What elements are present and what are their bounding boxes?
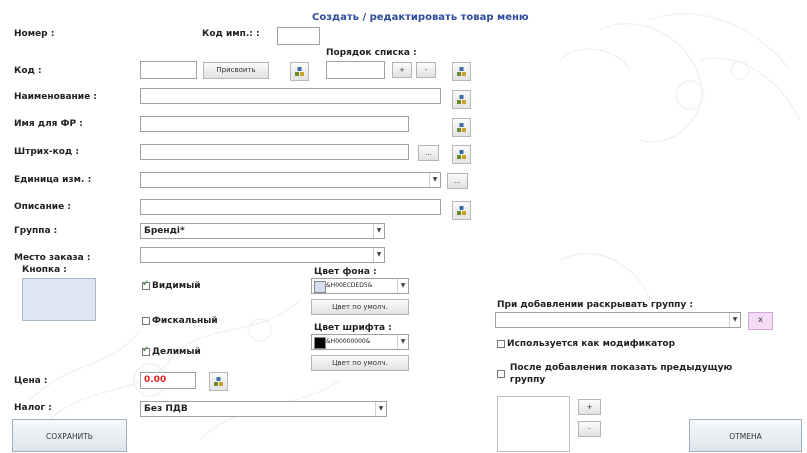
import-code-label: Код имп.: : xyxy=(202,29,260,39)
fr-name-label: Имя для ФР : xyxy=(14,119,83,129)
name-db-button[interactable] xyxy=(452,90,471,109)
price-db-button[interactable] xyxy=(209,372,228,391)
list-order-input[interactable] xyxy=(326,61,385,79)
image-minus-button[interactable]: - xyxy=(578,421,601,437)
button-label: Кнопка : xyxy=(22,265,67,275)
form-title: Создать / редактировать товар меню xyxy=(312,12,529,23)
order-place-dropdown[interactable]: ▼ xyxy=(140,247,385,263)
chevron-down-icon: ▼ xyxy=(375,402,386,416)
expand-group-label: При добавлении раскрывать группу : xyxy=(497,300,693,310)
order-place-label: Место заказа : xyxy=(14,253,91,263)
save-button[interactable]: СОХРАНИТЬ xyxy=(12,419,127,452)
database-stack-icon xyxy=(457,95,466,104)
chevron-down-icon: ▼ xyxy=(397,335,408,349)
expand-group-dropdown[interactable]: ▼ xyxy=(495,312,741,328)
database-stack-icon xyxy=(214,377,223,386)
checkbox-unchecked-icon xyxy=(497,370,505,378)
database-stack-icon xyxy=(457,206,466,215)
database-stack-icon xyxy=(295,67,304,76)
tax-value: Без ПДВ xyxy=(144,404,188,414)
visible-checkbox[interactable]: Видимый xyxy=(142,279,201,292)
name-input[interactable] xyxy=(140,88,441,104)
name-label: Наименование : xyxy=(14,92,97,102)
chevron-down-icon: ▼ xyxy=(373,248,384,262)
list-order-minus-button[interactable]: - xyxy=(416,62,436,78)
unit-label: Единица изм. : xyxy=(14,175,92,185)
fr-name-db-button[interactable] xyxy=(452,118,471,137)
show-prev-group-label-line1: После добавления показать предыдущую xyxy=(509,363,733,373)
database-stack-icon xyxy=(457,150,466,159)
modifier-checkbox-label: Используется как модификатор xyxy=(507,339,676,349)
bg-color-value: &H00ECDED5& xyxy=(326,282,373,289)
bg-color-dropdown[interactable]: &H00ECDED5& ▼ xyxy=(311,278,409,294)
description-db-button[interactable] xyxy=(452,201,471,220)
database-stack-icon xyxy=(457,123,466,132)
bg-color-label: Цвет фона : xyxy=(314,267,377,277)
visible-checkbox-label: Видимый xyxy=(152,281,201,291)
list-order-label: Порядок списка : xyxy=(326,48,417,58)
assign-button[interactable]: Присвоить xyxy=(203,62,269,79)
show-prev-group-label-line2: группу xyxy=(509,375,546,385)
font-default-color-button[interactable]: Цвет по умолч. xyxy=(311,355,409,371)
unit-dropdown[interactable]: ▼ xyxy=(140,172,441,188)
tax-label: Налог : xyxy=(14,403,52,413)
checkbox-checked-icon xyxy=(142,279,150,290)
chevron-down-icon: ▼ xyxy=(729,313,740,327)
number-label: Номер : xyxy=(14,29,55,39)
button-preview[interactable] xyxy=(22,278,96,321)
divisible-checkbox-label: Делимый xyxy=(152,347,201,357)
fiscal-checkbox[interactable]: Фискальный xyxy=(142,316,218,327)
modifier-checkbox[interactable]: Используется как модификатор xyxy=(497,339,675,350)
unit-browse-button[interactable]: ... xyxy=(447,173,468,189)
barcode-input[interactable] xyxy=(140,144,409,160)
checkbox-unchecked-icon xyxy=(142,317,150,325)
list-order-plus-button[interactable]: + xyxy=(392,62,412,78)
code-input[interactable] xyxy=(140,61,197,79)
checkbox-unchecked-icon xyxy=(497,340,505,348)
group-value: Бренді* xyxy=(144,226,185,236)
barcode-browse-button[interactable]: ... xyxy=(418,145,439,161)
font-color-swatch xyxy=(314,337,326,349)
price-label: Цена : xyxy=(14,376,48,386)
checkbox-checked-icon xyxy=(142,345,150,356)
database-stack-icon xyxy=(457,67,466,76)
import-code-input[interactable] xyxy=(277,27,320,45)
fiscal-checkbox-label: Фискальный xyxy=(152,316,218,326)
image-plus-button[interactable]: + xyxy=(578,399,601,415)
bg-default-color-button[interactable]: Цвет по умолч. xyxy=(311,299,409,315)
tax-dropdown[interactable]: Без ПДВ ▼ xyxy=(140,401,387,417)
bg-color-swatch xyxy=(314,281,326,293)
code-db-button[interactable] xyxy=(290,62,309,81)
divisible-checkbox[interactable]: Делимый xyxy=(142,345,201,358)
show-prev-group-checkbox[interactable]: После добавления показать предыдущую гру… xyxy=(497,362,732,386)
cancel-button[interactable]: ОТМЕНА xyxy=(689,419,802,452)
description-label: Описание : xyxy=(14,202,71,212)
barcode-label: Штрих-код : xyxy=(14,147,79,157)
code-label: Код : xyxy=(14,66,42,76)
font-color-label: Цвет шрифта : xyxy=(314,323,392,333)
price-input[interactable]: 0.00 xyxy=(140,372,196,389)
description-input[interactable] xyxy=(140,199,441,215)
font-color-dropdown[interactable]: &H00000000& ▼ xyxy=(311,334,409,350)
barcode-db-button[interactable] xyxy=(452,145,471,164)
group-label: Группа : xyxy=(14,226,58,236)
chevron-down-icon: ▼ xyxy=(397,279,408,293)
font-color-value: &H00000000& xyxy=(326,338,371,345)
chevron-down-icon: ▼ xyxy=(373,224,384,238)
clear-group-button[interactable]: x xyxy=(748,312,773,330)
fr-name-input[interactable] xyxy=(140,116,409,132)
group-dropdown[interactable]: Бренді* ▼ xyxy=(140,223,385,239)
list-order-db-button[interactable] xyxy=(452,62,471,81)
image-preview-box[interactable] xyxy=(497,396,570,452)
chevron-down-icon: ▼ xyxy=(429,173,440,187)
